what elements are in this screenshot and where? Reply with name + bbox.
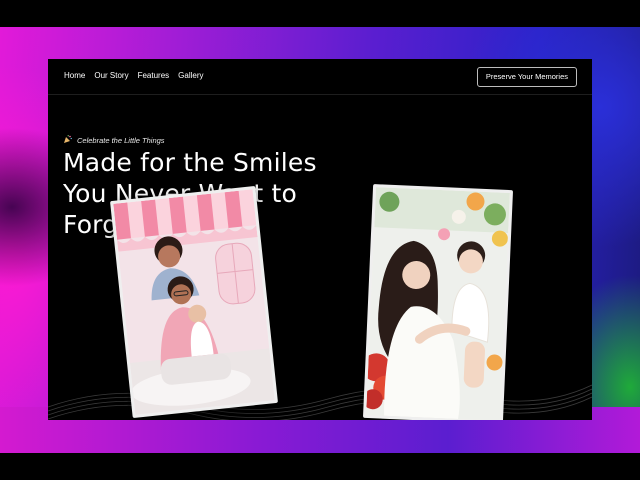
hero-eyebrow-text: Celebrate the Little Things [77,135,165,145]
family-photo [110,185,278,419]
nav-link-our-story[interactable]: Our Story [94,71,128,80]
nav-links: Home Our Story Features Gallery [64,71,204,80]
nav-link-features[interactable]: Features [138,71,170,80]
hero-eyebrow: Celebrate the Little Things [64,135,165,145]
top-navigation: Home Our Story Features Gallery Preserve… [48,59,592,95]
nav-link-home[interactable]: Home [64,71,85,80]
family-photo-image [113,189,275,415]
hero-headline-line-1: Made for the Smiles [63,148,317,177]
website-viewport: Home Our Story Features Gallery Preserve… [48,59,592,420]
mother-baby-photo [362,184,514,420]
nav-link-gallery[interactable]: Gallery [178,71,203,80]
party-popper-icon [64,135,72,145]
mother-baby-photo-image [362,187,510,420]
preserve-memories-button[interactable]: Preserve Your Memories [476,67,577,87]
